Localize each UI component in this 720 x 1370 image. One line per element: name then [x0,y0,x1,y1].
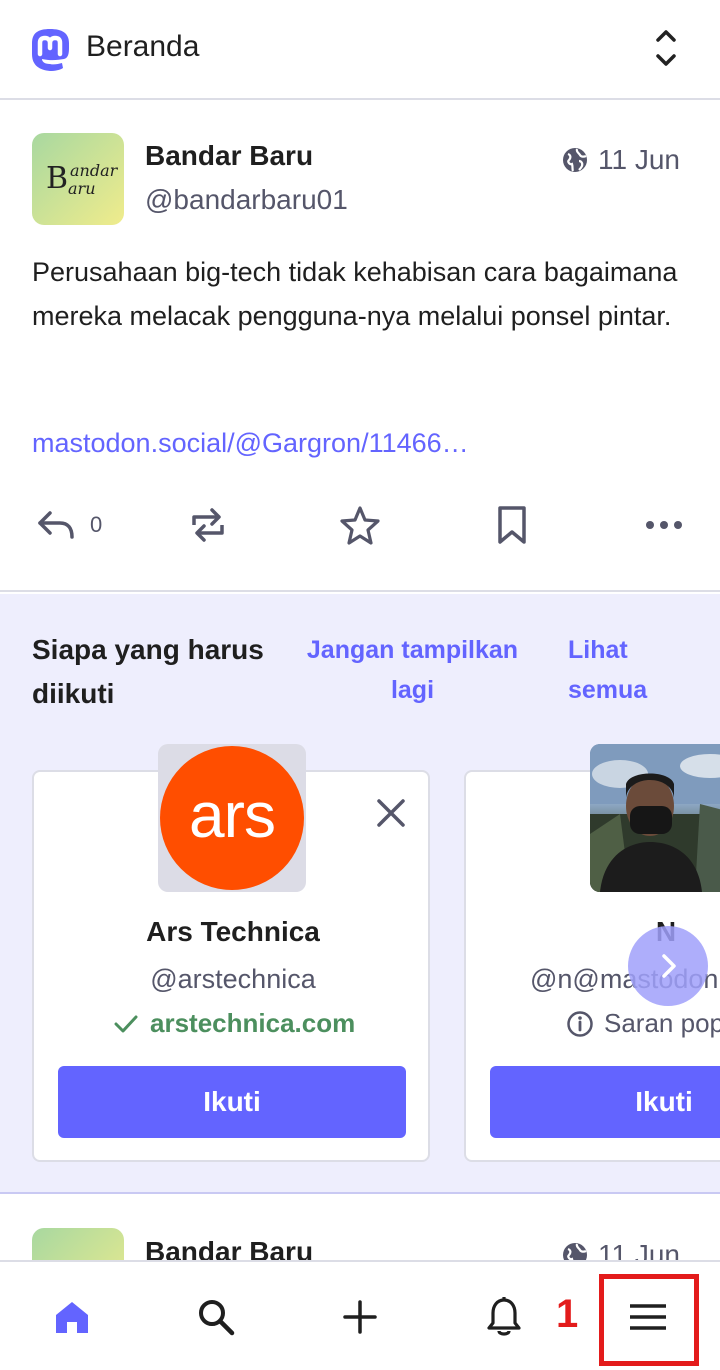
page-title: Beranda [86,30,200,63]
nav-home-button[interactable] [47,1292,97,1342]
nav-notifications-button[interactable] [479,1292,529,1342]
avatar-text-bottom: aru [68,179,96,198]
avatar[interactable]: ars [158,744,306,892]
suggestion-handle: @arstechnica [150,964,316,994]
follow-suggestions: Siapa yang harus diikuti Jangan tampilka… [0,594,720,1194]
boost-button[interactable] [188,500,228,550]
carousel-next-button[interactable] [628,926,708,1006]
nav-compose-button[interactable] [335,1292,385,1342]
display-name[interactable]: Bandar Baru [145,140,313,172]
mastodon-logo-icon[interactable] [26,26,74,74]
bottom-navigation: 1 [0,1260,720,1370]
nav-menu-button[interactable] [623,1292,673,1342]
follow-button[interactable]: Ikuti [490,1066,720,1138]
display-name[interactable]: Bandar Baru [145,1236,313,1260]
bookmark-icon [498,506,526,544]
account-handle[interactable]: @bandarbaru01 [145,184,348,216]
avatar[interactable] [590,744,720,892]
reply-icon [38,511,74,539]
ars-logo-text: ars [189,779,276,851]
reply-button[interactable]: 0 [36,500,102,550]
checkmark-icon [114,1015,138,1032]
app-header: Beranda [0,0,720,100]
more-button[interactable] [644,500,684,550]
see-all-button[interactable]: Lihat semua [568,630,678,710]
suggestions-title: Siapa yang harus diikuti [32,634,264,709]
chevron-right-icon [662,954,676,978]
avatar-text-top: andar [70,161,118,180]
compose-icon [343,1300,377,1334]
person-photo [590,744,720,892]
suggestion-reason-text: Saran pop [604,1008,720,1038]
suggestion-reason: Saran pop [566,1008,720,1039]
suggestion-card[interactable]: ars Ars Technica @arstechnica arstechnic… [32,744,432,1162]
more-horizontal-icon [646,521,682,529]
chevron-up-down-icon[interactable] [648,26,684,70]
boost-icon [192,508,224,542]
status-post[interactable]: Bandar Baru 11 Jun [0,1196,720,1260]
bookmark-button[interactable] [494,500,530,550]
favourite-button[interactable] [339,500,381,550]
close-icon[interactable] [374,796,408,830]
dismiss-suggestions-button[interactable]: Jangan tampilkan lagi [300,630,525,710]
avatar[interactable]: B andar aru [32,133,124,225]
status-post[interactable]: B andar aru Bandar Baru @bandarbaru01 11… [0,102,720,592]
menu-icon [630,1304,666,1330]
suggestion-name[interactable]: Ars Technica [34,916,432,948]
avatar[interactable] [32,1228,124,1260]
nav-search-button[interactable] [191,1292,241,1342]
post-date[interactable]: 11 Jun [598,144,680,176]
post-actions: 0 [0,500,720,550]
post-content: Perusahaan big-tech tidak kehabisan cara… [32,257,678,331]
post-link[interactable]: mastodon.social/@Gargron/11466… [32,428,469,459]
avatar-letter: B [46,161,69,196]
info-icon [567,1010,593,1037]
globe-icon [563,1243,587,1260]
post-date[interactable]: 11 Jun [598,1239,680,1260]
star-icon [340,506,380,545]
home-icon [56,1302,88,1333]
verified-link-text: arstechnica.com [150,1008,356,1038]
annotation-number: 1 [556,1292,579,1336]
reply-count: 0 [90,512,103,537]
notifications-icon [487,1297,521,1336]
search-icon [199,1300,235,1336]
verified-link[interactable]: arstechnica.com [112,1008,355,1039]
globe-icon [563,148,587,172]
follow-button[interactable]: Ikuti [58,1066,406,1138]
